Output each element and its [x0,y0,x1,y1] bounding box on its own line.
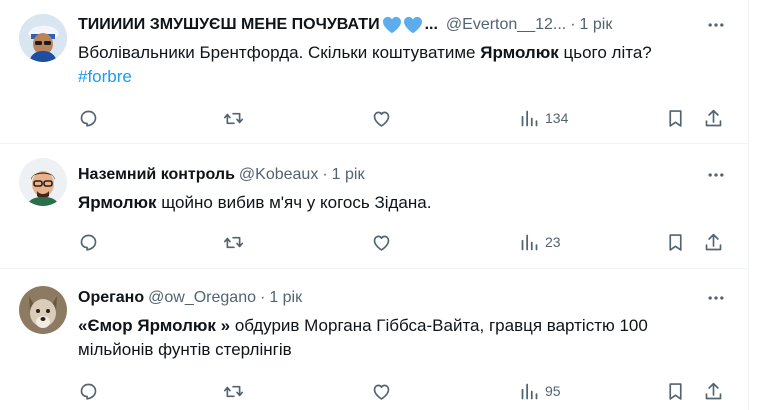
retweet-icon [223,381,244,402]
views-button[interactable]: 95 [519,379,561,403]
like-button[interactable] [371,230,392,254]
timestamp[interactable]: 1 рік [580,16,613,34]
timestamp[interactable]: 1 рік [269,289,302,307]
retweet-button[interactable] [223,106,244,130]
share-button[interactable] [703,106,724,130]
reply-icon [78,381,99,402]
views-icon [519,381,540,402]
reply-button[interactable] [78,106,99,130]
retweet-icon [223,108,244,129]
avatar[interactable] [19,286,67,334]
tweet-header: Орегано @ow_Oregano · 1 рік [78,287,728,309]
bookmark-button[interactable] [665,230,686,254]
views-icon [519,108,540,129]
hashtag-link[interactable]: #forbre [78,67,132,86]
tweet-actions: 95 [78,379,728,403]
tweet-text: Вболівальники Брентфорда. Скільки коштув… [78,41,718,89]
tweet-header: ТИИИИИ ЗМУШУЄШ МЕНЕ ПОЧУВАТИ ... @Everto… [78,14,728,36]
tweet-text-part: цього літа? [558,43,652,62]
tweet-text: «Ємор Ярмолюк » обдурив Моргана Гіббса-В… [78,314,708,362]
more-icon[interactable] [704,164,728,186]
tweet-text: Ярмолюк щойно вибив м'яч у когось Зідана… [78,191,718,215]
bookmark-icon [665,381,686,402]
views-count: 23 [545,234,561,250]
tweet-text-part: щойно вибив м'яч у когось Зідана. [156,193,432,212]
like-icon [371,108,392,129]
avatar[interactable] [19,14,67,62]
author-name[interactable]: Наземний контроль [78,166,235,184]
tweet[interactable]: Орегано @ow_Oregano · 1 рік «Ємор Ярмолю… [0,269,748,410]
tweet[interactable]: Наземний контроль @Kobeaux · 1 рік Ярмол… [0,144,748,269]
tweet-header: Наземний контроль @Kobeaux · 1 рік [78,164,728,186]
like-icon [371,232,392,253]
share-icon [703,108,724,129]
like-icon [371,381,392,402]
blue-heart-emoji [403,16,423,34]
author-handle[interactable]: @ow_Oregano [148,289,256,307]
separator-dot: · [259,289,266,306]
views-icon [519,232,540,253]
share-icon [703,381,724,402]
author-name-truncation: ... [424,16,438,33]
author-name[interactable]: Орегано [78,289,144,307]
tweet-actions: 134 [78,106,728,130]
reply-icon [78,232,99,253]
tweet-text-part: Вболівальники Брентфорда. Скільки коштув… [78,43,481,62]
reply-button[interactable] [78,230,99,254]
author-handle[interactable]: @Kobeaux [239,166,318,184]
more-icon[interactable] [704,287,728,309]
share-button[interactable] [703,379,724,403]
tweet-feed: ТИИИИИ ЗМУШУЄШ МЕНЕ ПОЧУВАТИ ... @Everto… [0,0,749,410]
bookmark-button[interactable] [665,379,686,403]
like-button[interactable] [371,379,392,403]
author-name[interactable]: ТИИИИИ ЗМУШУЄШ МЕНЕ ПОЧУВАТИ [78,16,380,34]
bookmark-button[interactable] [665,106,686,130]
share-icon [703,232,724,253]
author-handle[interactable]: @Everton__12... [446,16,566,34]
blue-heart-emoji [382,16,402,34]
retweet-icon [223,232,244,253]
avatar[interactable] [19,158,67,206]
separator-dot: · [570,16,576,33]
tweet-text-bold: Ярмолюк [78,193,157,212]
retweet-button[interactable] [223,230,244,254]
separator-dot: · [322,166,328,183]
share-button[interactable] [703,230,724,254]
tweet-text-bold: «Ємор Ярмолюк » [78,316,231,335]
bookmark-icon [665,108,686,129]
reply-button[interactable] [78,379,99,403]
tweet[interactable]: ТИИИИИ ЗМУШУЄШ МЕНЕ ПОЧУВАТИ ... @Everto… [0,0,748,144]
views-button[interactable]: 23 [519,230,561,254]
views-count: 95 [545,383,561,399]
bookmark-icon [665,232,686,253]
tweet-actions: 23 [78,230,728,254]
more-icon[interactable] [704,14,728,36]
views-count: 134 [545,110,569,126]
retweet-button[interactable] [223,379,244,403]
like-button[interactable] [371,106,392,130]
views-button[interactable]: 134 [519,106,568,130]
tweet-text-bold: Ярмолюк [480,43,559,62]
timestamp[interactable]: 1 рік [332,166,365,184]
reply-icon [78,108,99,129]
